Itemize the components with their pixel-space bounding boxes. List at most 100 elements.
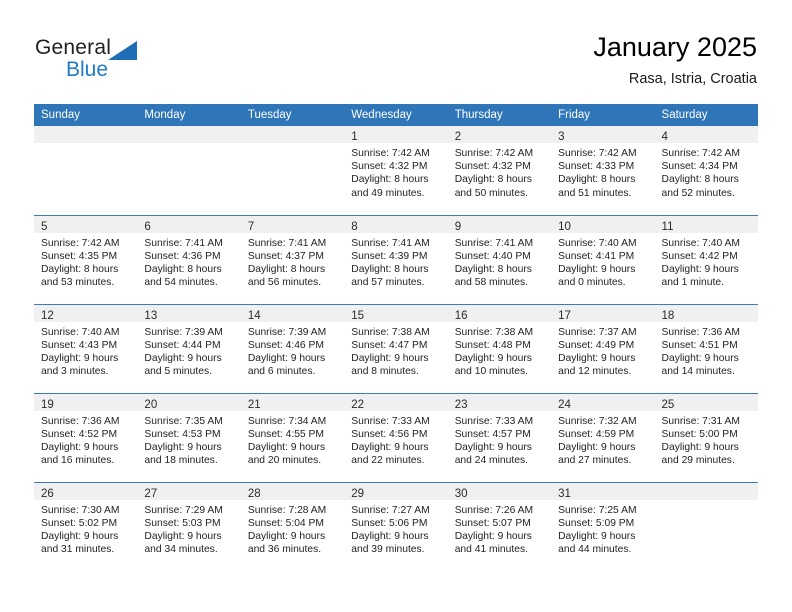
daylight-text-line1: Daylight: 9 hours [41,530,119,542]
daylight-text-line2: and 0 minutes. [558,277,626,289]
day-detail: Sunrise: 7:40 AM Sunset: 4:43 PM Daylight:… [34,322,137,379]
day-number-band: 22 [344,393,448,411]
calendar-day-cell[interactable]: 23 Sunrise: 7:33 AM Sunset: 4:57 PM Dayligh… [447,392,552,482]
daylight-text-line2: and 18 minutes. [144,455,218,467]
calendar-day-cell[interactable]: 29 Sunrise: 7:27 AM Sunset: 5:06 PM Dayligh… [344,481,448,571]
daylight-text-line2: and 36 minutes. [247,544,322,556]
title-block: January 2025 Rasa, Istria, Croatia [593,30,757,89]
calendar-day-cell[interactable]: 14 Sunrise: 7:39 AM Sunset: 4:46 PM Dayligh… [240,303,345,393]
day-number: 3 [558,131,565,143]
calendar-day-cell[interactable]: 20 Sunrise: 7:35 AM Sunset: 4:53 PM Dayligh… [137,392,241,482]
calendar-day-cell[interactable]: 17 Sunrise: 7:37 AM Sunset: 4:49 PM Dayligh… [551,303,655,393]
day-number-band: 18 [654,304,758,322]
calendar-day-cell[interactable]: 28 Sunrise: 7:28 AM Sunset: 5:04 PM Dayligh… [240,481,345,571]
weekday-header-wednesday: Wednesday [344,104,448,126]
day-number-band: 17 [551,304,655,322]
calendar-day-cell[interactable]: 2 Sunrise: 7:42 AM Sunset: 4:32 PM Daylight… [447,126,552,215]
sunrise-text: Sunrise: 7:32 AM [558,415,637,427]
calendar-day-cell-empty [34,126,138,215]
calendar-day-cell[interactable]: 13 Sunrise: 7:39 AM Sunset: 4:44 PM Dayligh… [137,303,241,393]
sunset-text: Sunset: 5:00 PM [661,428,738,440]
calendar-day-cell[interactable]: 18 Sunrise: 7:36 AM Sunset: 4:51 PM Dayligh… [654,303,758,393]
calendar-week-row: 26 Sunrise: 7:30 AM Sunset: 5:02 PM Dayligh… [34,481,758,571]
page-title: January 2025 [593,32,757,62]
sunrise-text: Sunrise: 7:27 AM [351,504,430,516]
day-number-band: 19 [34,393,138,411]
weekday-header-tuesday: Tuesday [240,104,345,126]
calendar-day-cell[interactable]: 19 Sunrise: 7:36 AM Sunset: 4:52 PM Dayligh… [34,392,138,482]
calendar-day-cell[interactable]: 24 Sunrise: 7:32 AM Sunset: 4:59 PM Dayligh… [551,392,655,482]
daylight-text-line1: Daylight: 8 hours [41,263,119,275]
calendar-day-cell[interactable]: 1 Sunrise: 7:42 AM Sunset: 4:32 PM Daylight… [344,126,448,215]
calendar-day-cell[interactable]: 15 Sunrise: 7:38 AM Sunset: 4:47 PM Dayligh… [344,303,448,393]
calendar-day-cell[interactable]: 31 Sunrise: 7:25 AM Sunset: 5:09 PM Dayligh… [551,481,655,571]
sunset-text: Sunset: 4:51 PM [661,339,738,351]
sunrise-text: Sunrise: 7:38 AM [351,326,430,338]
day-number-band: 2 [447,126,552,143]
calendar-day-cell[interactable]: 3 Sunrise: 7:42 AM Sunset: 4:33 PM Daylight… [551,126,655,215]
daylight-text-line1: Daylight: 9 hours [661,352,739,364]
calendar-day-cell[interactable]: 22 Sunrise: 7:33 AM Sunset: 4:56 PM Dayligh… [344,392,448,482]
calendar-day-cell-empty [240,126,345,215]
calendar-day-cell[interactable]: 8 Sunrise: 7:41 AM Sunset: 4:39 PM Daylight… [344,214,448,304]
sunset-text: Sunset: 4:32 PM [351,161,428,173]
daylight-text-line1: Daylight: 8 hours [661,174,739,186]
calendar-day-cell[interactable]: 30 Sunrise: 7:26 AM Sunset: 5:07 PM Dayligh… [447,481,552,571]
daylight-text-line2: and 44 minutes. [558,544,632,556]
calendar-week-row: 19 Sunrise: 7:36 AM Sunset: 4:52 PM Dayligh… [34,392,758,482]
calendar-day-cell[interactable]: 12 Sunrise: 7:40 AM Sunset: 4:43 PM Dayligh… [34,303,138,393]
calendar-day-cell[interactable]: 11 Sunrise: 7:40 AM Sunset: 4:42 PM Dayligh… [654,214,758,304]
calendar-day-cell[interactable]: 25 Sunrise: 7:31 AM Sunset: 5:00 PM Dayligh… [654,392,758,482]
calendar-day-cell[interactable]: 9 Sunrise: 7:41 AM Sunset: 4:40 PM Daylight… [447,214,552,304]
sunrise-text: Sunrise: 7:42 AM [661,148,740,159]
sunset-text: Sunset: 4:37 PM [247,250,324,262]
calendar-day-cell[interactable]: 4 Sunrise: 7:42 AM Sunset: 4:34 PM Daylight… [654,126,758,215]
sunset-text: Sunset: 4:44 PM [144,339,221,351]
sunset-text: Sunset: 4:49 PM [558,339,635,351]
sunset-text: Sunset: 4:35 PM [41,250,118,262]
day-number-band: 15 [344,304,448,322]
calendar-week-row: 5 Sunrise: 7:42 AM Sunset: 4:35 PM Daylight… [34,214,758,304]
day-number-band [240,126,345,143]
calendar-day-cell[interactable]: 26 Sunrise: 7:30 AM Sunset: 5:02 PM Dayligh… [34,481,138,571]
day-detail: Sunrise: 7:26 AM Sunset: 5:07 PM Daylight:… [448,500,551,557]
sunrise-text: Sunrise: 7:28 AM [247,504,327,516]
daylight-text-line1: Daylight: 9 hours [247,352,326,364]
daylight-text-line2: and 16 minutes. [41,455,115,467]
sunset-text: Sunset: 4:32 PM [454,161,531,173]
calendar-day-cell[interactable]: 5 Sunrise: 7:42 AM Sunset: 4:35 PM Daylight… [34,214,138,304]
daylight-text-line1: Daylight: 9 hours [558,441,636,453]
calendar-day-cell[interactable]: 16 Sunrise: 7:38 AM Sunset: 4:48 PM Dayligh… [447,303,552,393]
calendar-day-cell[interactable]: 27 Sunrise: 7:29 AM Sunset: 5:03 PM Dayligh… [137,481,241,571]
calendar-day-cell[interactable]: 6 Sunrise: 7:41 AM Sunset: 4:36 PM Daylight… [137,214,241,304]
brand-logo[interactable]: General Blue [35,36,175,88]
sunset-text: Sunset: 4:33 PM [558,161,635,173]
day-number-band: 4 [654,126,758,143]
page-subtitle: Rasa, Istria, Croatia [628,71,757,87]
calendar-day-cell[interactable]: 7 Sunrise: 7:41 AM Sunset: 4:37 PM Daylight… [240,214,345,304]
day-detail: Sunrise: 7:42 AM Sunset: 4:35 PM Daylight:… [34,233,137,290]
day-detail: Sunrise: 7:42 AM Sunset: 4:34 PM Daylight:… [655,143,758,200]
day-number-band: 28 [240,482,345,500]
day-number-band: 12 [34,304,138,322]
day-detail: Sunrise: 7:30 AM Sunset: 5:02 PM Daylight:… [34,500,137,557]
calendar-day-cell[interactable]: 10 Sunrise: 7:40 AM Sunset: 4:41 PM Dayligh… [551,214,655,304]
daylight-text-line2: and 27 minutes. [558,455,632,467]
sunset-text: Sunset: 5:04 PM [247,517,324,529]
sunrise-text: Sunrise: 7:37 AM [558,326,637,338]
triangle-icon [108,41,137,60]
daylight-text-line1: Daylight: 9 hours [351,352,429,364]
sunrise-text: Sunrise: 7:34 AM [247,415,327,427]
daylight-text-line1: Daylight: 9 hours [661,441,739,453]
sunset-text: Sunset: 4:36 PM [144,250,221,262]
day-number: 23 [454,398,468,411]
day-detail: Sunrise: 7:29 AM Sunset: 5:03 PM Daylight:… [137,500,240,557]
day-number: 28 [247,487,261,500]
day-detail: Sunrise: 7:41 AM Sunset: 4:36 PM Daylight:… [137,233,240,290]
day-number: 18 [661,309,675,322]
daylight-text-line1: Daylight: 9 hours [351,441,429,453]
calendar-container: Sunday Monday Tuesday Wednesday Thursday… [34,104,758,571]
daylight-text-line2: and 10 minutes. [454,366,528,378]
day-number: 11 [661,220,674,233]
calendar-day-cell[interactable]: 21 Sunrise: 7:34 AM Sunset: 4:55 PM Dayligh… [240,392,345,482]
